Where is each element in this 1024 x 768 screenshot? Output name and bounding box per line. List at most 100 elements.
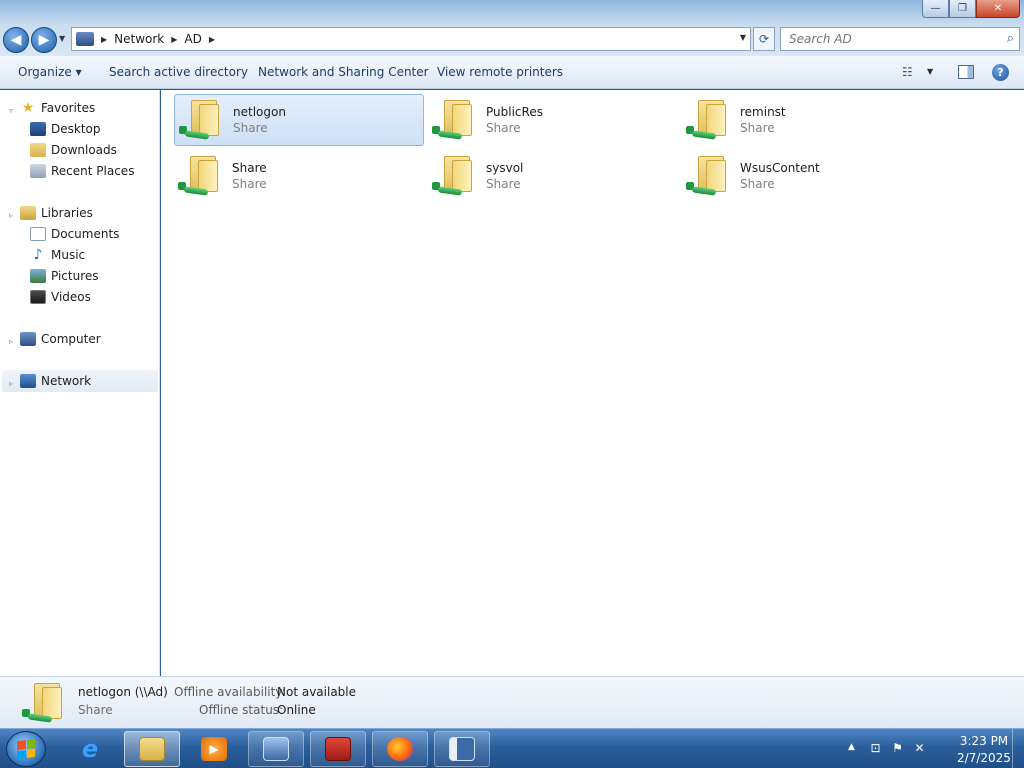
nav-videos[interactable]: Videos <box>30 287 91 307</box>
search-icon[interactable]: ⌕ <box>1007 31 1014 46</box>
windows-logo-icon <box>17 738 35 760</box>
address-dropdown-icon[interactable]: ▼ <box>740 33 746 42</box>
nav-downloads[interactable]: Downloads <box>30 140 117 160</box>
view-options-dropdown-icon[interactable]: ▼ <box>927 67 933 76</box>
nav-favorites[interactable]: ★ Favorites <box>20 98 96 118</box>
share-item[interactable]: WsusContent Share <box>682 150 932 202</box>
maximize-button[interactable]: ❐ <box>949 0 976 18</box>
offline-availability-value: Not available <box>277 685 357 699</box>
preview-pane-icon[interactable] <box>958 65 974 79</box>
offline-status-value: Online <box>277 703 316 717</box>
view-remote-printers-button[interactable]: View remote printers <box>437 65 563 79</box>
nav-recent-places[interactable]: Recent Places <box>30 161 134 181</box>
nav-documents-label: Documents <box>51 227 120 241</box>
firefox-taskbar-button[interactable] <box>372 731 428 767</box>
breadcrumb-ad[interactable]: AD <box>184 32 201 46</box>
nav-desktop-label: Desktop <box>51 122 101 136</box>
clock-time[interactable]: 3:23 PM <box>954 734 1014 748</box>
shared-folder-icon <box>686 152 732 200</box>
search-input[interactable] <box>789 32 989 46</box>
search-active-directory-button[interactable]: Search active directory <box>109 65 248 79</box>
title-bar: — ❐ ✕ <box>0 0 1024 24</box>
share-name: WsusContent <box>740 161 820 175</box>
search-box[interactable]: ⌕ <box>780 27 1020 51</box>
collapse-icon[interactable]: ▿ <box>9 106 13 115</box>
start-button[interactable] <box>6 731 46 767</box>
nav-pictures-label: Pictures <box>51 269 99 283</box>
nav-music[interactable]: ♪ Music <box>30 245 86 265</box>
offline-availability-label: Offline availability: <box>174 685 286 699</box>
help-icon[interactable]: ? <box>992 64 1009 81</box>
share-type: Share <box>740 177 775 191</box>
share-item[interactable]: PublicRes Share <box>428 94 678 146</box>
refresh-button[interactable]: ⟳ <box>753 27 775 51</box>
nav-desktop[interactable]: Desktop <box>30 119 101 139</box>
nav-libraries[interactable]: Libraries <box>20 203 93 223</box>
nav-documents[interactable]: Documents <box>30 224 119 244</box>
breadcrumb-separator-icon[interactable]: ▶ <box>171 35 177 44</box>
command-bar: Organize ▾ Search active directory Netwo… <box>0 56 1024 89</box>
shared-folder-icon <box>22 679 70 727</box>
libraries-icon <box>20 206 36 220</box>
expand-icon[interactable]: ▹ <box>9 211 13 220</box>
nav-network[interactable]: Network <box>20 371 91 391</box>
change-view-icon[interactable]: ☷ <box>902 65 918 79</box>
network-sharing-center-button[interactable]: Network and Sharing Center <box>258 65 429 79</box>
share-item[interactable]: Share Share <box>174 150 424 202</box>
network-status-icon[interactable]: ⊡ <box>868 741 883 756</box>
share-item[interactable]: netlogon Share <box>174 94 424 146</box>
server-manager-taskbar-button[interactable] <box>248 731 304 767</box>
share-name: PublicRes <box>486 105 543 119</box>
breadcrumb-network[interactable]: Network <box>114 32 164 46</box>
address-row: ◀ ▶ ▼ ▶ Network ▶ AD ▶ ▼ ⟳ ⌕ <box>0 24 1024 56</box>
media-player-icon: ▶ <box>201 737 227 761</box>
shared-folder-icon <box>179 96 225 144</box>
media-player-taskbar-button[interactable]: ▶ <box>186 731 242 767</box>
internet-explorer-taskbar-button[interactable]: e <box>62 731 118 767</box>
offline-status-label: Offline status: <box>199 703 284 717</box>
action-center-flag-icon[interactable]: ⚑ <box>890 741 905 756</box>
breadcrumb-separator-icon[interactable]: ▶ <box>101 35 107 44</box>
recent-places-icon <box>30 164 46 178</box>
shared-folder-icon <box>178 152 224 200</box>
toolbox-icon <box>325 737 351 761</box>
share-type: Share <box>233 121 268 135</box>
nav-computer-label: Computer <box>41 332 101 346</box>
nav-favorites-label: Favorites <box>41 101 96 115</box>
share-name: Share <box>232 161 267 175</box>
share-type: Share <box>232 177 267 191</box>
nav-pictures[interactable]: Pictures <box>30 266 99 286</box>
videos-icon <box>30 290 46 304</box>
close-button[interactable]: ✕ <box>976 0 1020 18</box>
windows-explorer-taskbar-button[interactable] <box>124 731 180 767</box>
console-taskbar-button[interactable] <box>434 731 490 767</box>
organize-button[interactable]: Organize ▾ <box>18 65 82 79</box>
toolbox-taskbar-button[interactable] <box>310 731 366 767</box>
forward-button[interactable]: ▶ <box>31 27 57 53</box>
address-bar[interactable]: ▶ Network ▶ AD ▶ ▼ <box>71 27 751 51</box>
volume-muted-icon[interactable]: ✕ <box>912 741 927 756</box>
nav-computer[interactable]: Computer <box>20 329 101 349</box>
expand-icon[interactable]: ▹ <box>9 337 13 346</box>
share-type: Share <box>486 177 521 191</box>
windows-explorer-icon <box>139 737 165 761</box>
back-button[interactable]: ◀ <box>3 27 29 53</box>
system-tray: ▲ ⊡ ⚑ ✕ 3:23 PM 2/7/2025 <box>844 729 1024 768</box>
window-controls: — ❐ ✕ <box>922 0 1020 18</box>
show-hidden-icons-icon[interactable]: ▲ <box>848 742 855 752</box>
details-item-name: netlogon (\\Ad) <box>78 685 168 699</box>
recent-pages-dropdown-icon[interactable]: ▼ <box>59 34 65 43</box>
show-desktop-button[interactable] <box>1012 729 1024 768</box>
breadcrumb-separator-icon[interactable]: ▶ <box>209 35 215 44</box>
share-item[interactable]: sysvol Share <box>428 150 678 202</box>
clock-date[interactable]: 2/7/2025 <box>954 751 1014 765</box>
pictures-icon <box>30 269 46 283</box>
star-icon: ★ <box>21 100 35 116</box>
details-item-type: Share <box>78 703 113 717</box>
music-note-icon: ♪ <box>33 247 43 263</box>
minimize-button[interactable]: — <box>922 0 949 18</box>
share-item[interactable]: reminst Share <box>682 94 932 146</box>
shared-folder-icon <box>432 152 478 200</box>
share-name: netlogon <box>233 105 286 119</box>
expand-icon[interactable]: ▹ <box>9 379 13 388</box>
